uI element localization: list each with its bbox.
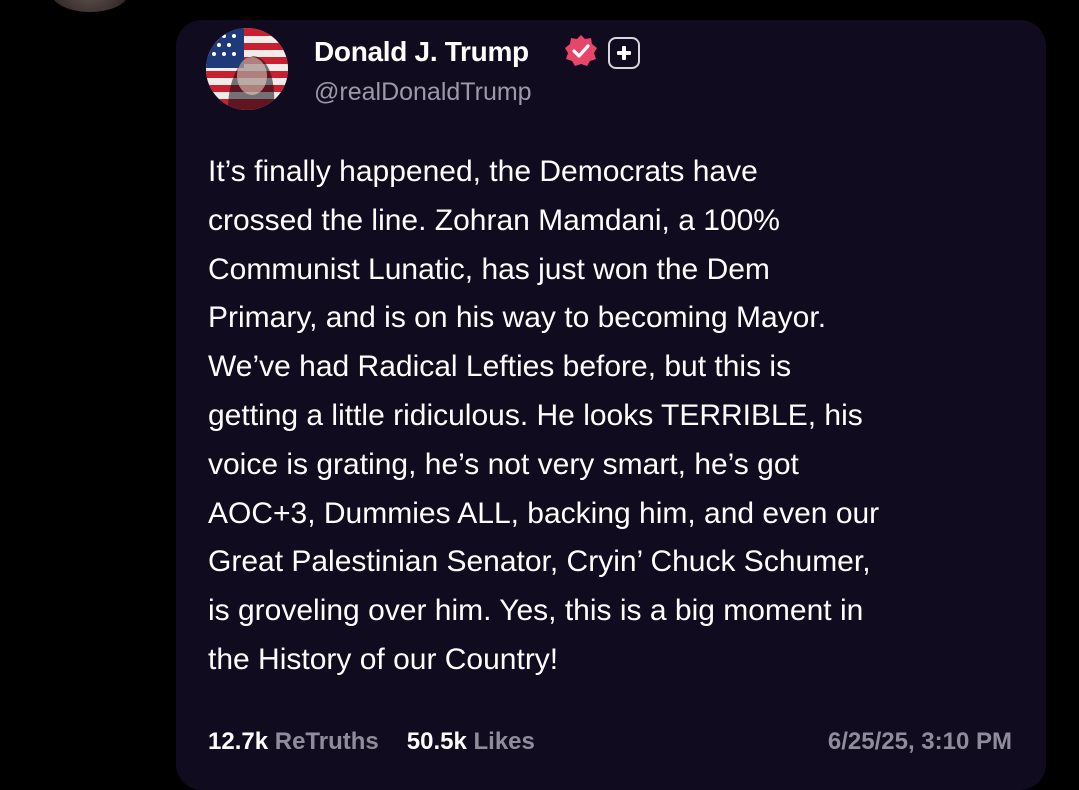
plus-badge-icon bbox=[608, 37, 640, 69]
post-stats: 12.7k ReTruths 50.5k Likes bbox=[208, 728, 535, 756]
retruths-count: 12.7k bbox=[208, 728, 269, 755]
post-line: crossed the line. Zohran Mamdani, a 100% bbox=[208, 203, 780, 237]
retruths-label: ReTruths bbox=[274, 728, 379, 755]
likes-count: 50.5k bbox=[406, 728, 467, 755]
post-line: It’s finally happened, the Democrats hav… bbox=[208, 155, 758, 188]
previous-post-avatar[interactable] bbox=[50, 0, 130, 12]
post-line: Great Palestinian Senator, Cryin’ Chuck … bbox=[208, 545, 871, 579]
likes-stat[interactable]: 50.5k Likes bbox=[407, 728, 535, 756]
post-line: AOC+3, Dummies ALL, backing him, and eve… bbox=[208, 496, 880, 530]
verified-badge-icon bbox=[565, 35, 597, 66]
author-avatar[interactable] bbox=[206, 28, 288, 110]
post-line: voice is grating, he’s not very smart, h… bbox=[208, 447, 799, 481]
post-line: We’ve had Radical Lefties before, but th… bbox=[208, 350, 792, 384]
flag-portrait-image bbox=[206, 28, 288, 110]
post-line: is groveling over him. Yes, this is a bi… bbox=[208, 594, 864, 628]
author-name[interactable]: Donald J. Trump bbox=[314, 36, 529, 68]
plus-icon bbox=[617, 46, 631, 60]
likes-label: Likes bbox=[473, 728, 535, 755]
post-line: Primary, and is on his way to becoming M… bbox=[208, 301, 827, 335]
post-line: the History of our Country! bbox=[208, 642, 559, 676]
post-body: It’s finally happened, the Democrats hav… bbox=[208, 148, 1038, 685]
retruths-stat[interactable]: 12.7k ReTruths bbox=[208, 728, 379, 756]
post-line: Communist Lunatic, has just won the Dem bbox=[208, 252, 770, 286]
post-timestamp[interactable]: 6/25/25, 3:10 PM bbox=[828, 728, 1012, 756]
truth-post-card[interactable]: Donald J. Trump @realDonaldTrump It’s fi… bbox=[176, 20, 1046, 790]
author-handle[interactable]: @realDonaldTrump bbox=[314, 78, 532, 107]
post-line: getting a little ridiculous. He looks TE… bbox=[208, 398, 863, 432]
